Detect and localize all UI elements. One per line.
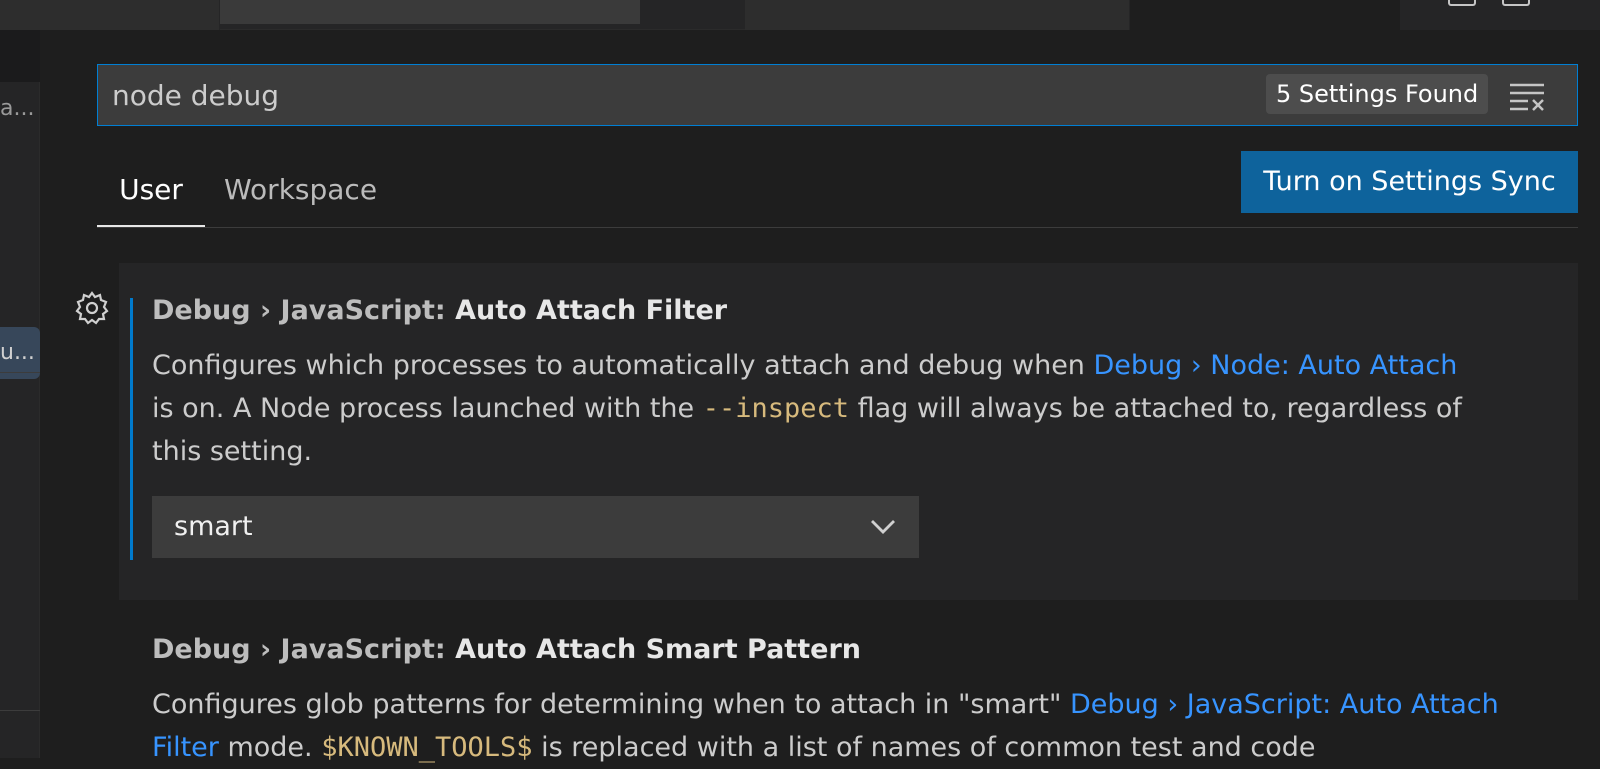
settings-toc-panel: a... u... bbox=[0, 30, 40, 758]
tab-workspace[interactable]: Workspace bbox=[224, 165, 394, 227]
scope-tabs-divider bbox=[97, 227, 1578, 228]
auto-attach-filter-select[interactable]: smart bbox=[152, 496, 919, 558]
toc-item[interactable]: u... bbox=[0, 340, 40, 365]
focus-indicator bbox=[130, 298, 133, 560]
description-text: Configures which processes to automatica… bbox=[152, 350, 1094, 381]
description-text: mode. bbox=[218, 732, 322, 763]
settings-search-input[interactable] bbox=[110, 73, 1210, 117]
toc-item[interactable]: a... bbox=[0, 96, 40, 121]
setting-name: Auto Attach Smart Pattern bbox=[455, 634, 861, 665]
setting-description: Configures glob patterns for determining… bbox=[152, 683, 1522, 769]
setting-name: Auto Attach Filter bbox=[455, 295, 728, 326]
setting-title: Debug › JavaScript: Auto Attach Filter bbox=[152, 295, 727, 326]
editor-tab[interactable] bbox=[220, 0, 640, 24]
select-value: smart bbox=[174, 511, 253, 542]
setting-description: Configures which processes to automatica… bbox=[152, 344, 1482, 473]
divider bbox=[0, 372, 40, 373]
inline-code: $KNOWN_TOOLS$ bbox=[321, 732, 533, 763]
setting-category: Debug › JavaScript: bbox=[152, 634, 456, 665]
editor-tab-strip bbox=[0, 0, 1600, 30]
editor-tab[interactable] bbox=[0, 0, 220, 30]
chevron-down-icon bbox=[871, 520, 895, 534]
editor-tab-settings[interactable] bbox=[1130, 0, 1415, 30]
toc-item-label: a... bbox=[0, 96, 35, 121]
editor-actions bbox=[1400, 0, 1600, 30]
setting-category: Debug › JavaScript: bbox=[152, 295, 456, 326]
tab-user[interactable]: User bbox=[97, 165, 205, 227]
clear-filter-icon[interactable] bbox=[1508, 80, 1546, 112]
description-text: is on. A Node process launched with the bbox=[152, 393, 703, 424]
panel-header bbox=[0, 30, 40, 82]
toc-item-label: u... bbox=[0, 340, 35, 365]
description-text: Configures glob patterns for determining… bbox=[152, 689, 1070, 720]
description-text: is replaced with a list of names of comm… bbox=[532, 732, 1316, 763]
gear-icon[interactable] bbox=[74, 290, 110, 326]
editor-tab[interactable] bbox=[745, 0, 1130, 30]
setting-title: Debug › JavaScript: Auto Attach Smart Pa… bbox=[152, 634, 861, 665]
setting-link[interactable]: Debug › Node: Auto Attach bbox=[1094, 350, 1458, 381]
turn-on-settings-sync-button[interactable]: Turn on Settings Sync bbox=[1241, 151, 1578, 213]
divider bbox=[0, 710, 40, 711]
inline-code: --inspect bbox=[702, 393, 850, 424]
results-count-badge: 5 Settings Found bbox=[1266, 74, 1489, 114]
split-editor-icon[interactable] bbox=[1448, 0, 1476, 6]
settings-search-box: 5 Settings Found bbox=[97, 64, 1578, 126]
open-json-icon[interactable] bbox=[1502, 0, 1530, 6]
